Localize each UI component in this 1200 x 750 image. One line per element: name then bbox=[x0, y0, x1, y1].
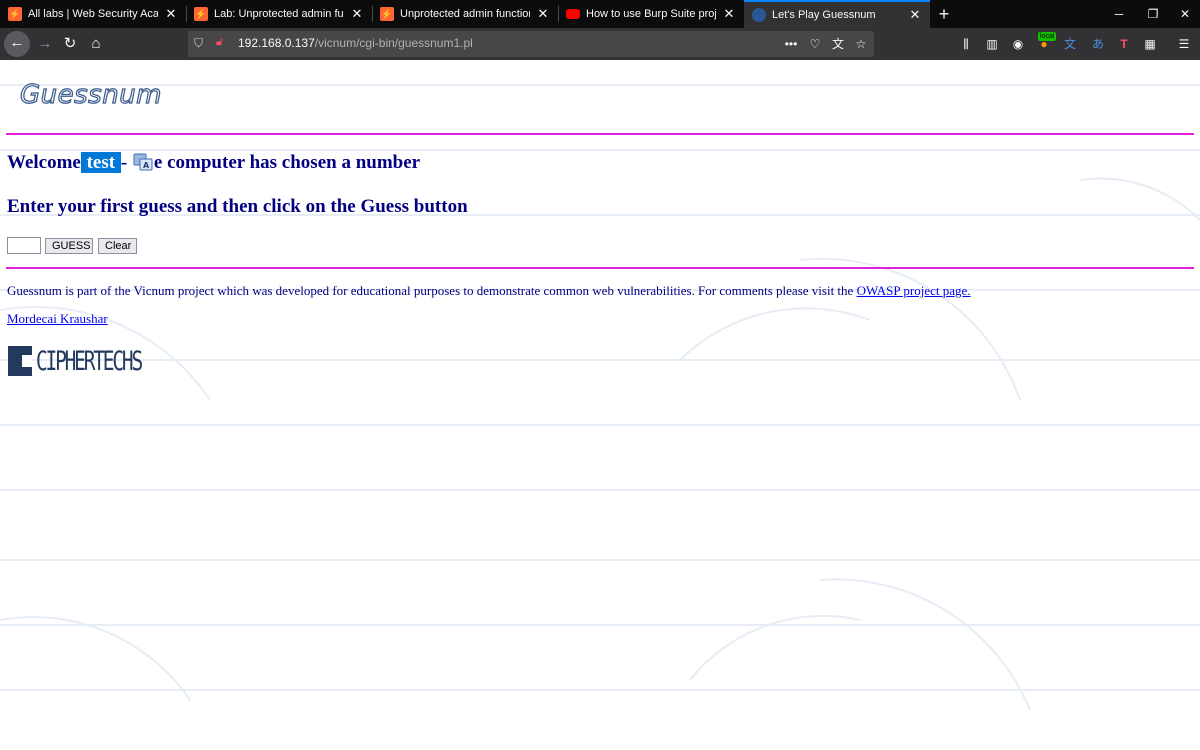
translate-popup-icon[interactable]: A bbox=[133, 153, 153, 171]
guessnum-logo: Guessnum bbox=[19, 79, 162, 110]
tab-strip: ⚡ All labs | Web Security Academ ✕ ⚡ Lab… bbox=[0, 0, 1200, 28]
welcome-dash: - bbox=[120, 152, 128, 173]
portswigger-icon: ⚡ bbox=[8, 7, 22, 21]
guess-input[interactable] bbox=[7, 237, 41, 254]
url-text[interactable]: 192.168.0.137/vicnum/cgi-bin/guessnum1.p… bbox=[238, 36, 473, 50]
footer-description: Guessnum is part of the Vicnum project w… bbox=[7, 283, 971, 299]
portswigger-icon: ⚡ bbox=[380, 7, 394, 21]
close-icon[interactable]: ✕ bbox=[164, 6, 178, 22]
tab-title: All labs | Web Security Academ bbox=[28, 8, 158, 20]
translate-icon[interactable]: 文 bbox=[829, 35, 847, 53]
welcome-suffix: e computer has chosen a number bbox=[153, 152, 421, 173]
close-icon[interactable]: ✕ bbox=[722, 6, 736, 22]
shield-icon[interactable]: ⛉ bbox=[194, 36, 208, 52]
new-tab-button[interactable]: + bbox=[934, 3, 954, 25]
username: test bbox=[86, 152, 116, 173]
insecure-lock-icon[interactable]: 🔓︎ bbox=[216, 36, 230, 52]
t-extension-icon[interactable]: T bbox=[1114, 34, 1134, 54]
address-bar[interactable]: ⛉ 🔓︎ 192.168.0.137/vicnum/cgi-bin/guessn… bbox=[188, 31, 874, 57]
sidebar-icon[interactable]: ▥ bbox=[982, 34, 1002, 54]
close-icon[interactable]: ✕ bbox=[536, 6, 550, 22]
globe-icon bbox=[752, 8, 766, 22]
url-path: /vicnum/cgi-bin/guessnum1.pl bbox=[314, 36, 473, 50]
guess-button[interactable]: GUESS bbox=[45, 238, 93, 254]
tab-burp-video[interactable]: How to use Burp Suite projects ✕ bbox=[558, 0, 744, 28]
footer-text: Guessnum is part of the Vicnum project w… bbox=[7, 283, 854, 298]
extensions-grid-icon[interactable]: ▦ bbox=[1140, 34, 1160, 54]
minimize-button[interactable]: ─ bbox=[1102, 0, 1136, 28]
local-badge: local bbox=[1038, 32, 1057, 41]
youtube-icon bbox=[566, 9, 580, 19]
horizontal-rule bbox=[6, 133, 1194, 135]
tab-lab-unprotected[interactable]: ⚡ Lab: Unprotected admin functio ✕ bbox=[186, 0, 372, 28]
horizontal-rule bbox=[6, 267, 1194, 269]
tab-title: Let's Play Guessnum bbox=[772, 9, 876, 21]
close-icon[interactable]: ✕ bbox=[908, 7, 922, 23]
tab-guessnum[interactable]: Let's Play Guessnum ✕ bbox=[744, 0, 930, 28]
tab-all-labs[interactable]: ⚡ All labs | Web Security Academ ✕ bbox=[0, 0, 186, 28]
close-icon[interactable]: ✕ bbox=[350, 6, 364, 22]
page-actions-icon[interactable]: ••• bbox=[782, 35, 800, 53]
menu-icon[interactable]: ☰ bbox=[1174, 34, 1194, 54]
library-icon[interactable]: ⫼ bbox=[956, 34, 976, 54]
url-host: 192.168.0.137 bbox=[238, 36, 315, 50]
account-icon[interactable]: ◉ bbox=[1008, 34, 1028, 54]
navigation-toolbar: ← → ↻ ⌂ ⛉ 🔓︎ 192.168.0.137/vicnum/cgi-bi… bbox=[0, 28, 1200, 60]
owasp-link[interactable]: OWASP project page. bbox=[857, 283, 971, 298]
page-viewport: Guessnum Welcome test - Ae computer has … bbox=[0, 60, 1200, 750]
language-extension-icon[interactable]: あ bbox=[1088, 34, 1108, 54]
welcome-heading: Welcome test - Ae computer has chosen a … bbox=[7, 152, 420, 174]
reload-button[interactable]: ↻ bbox=[58, 32, 82, 56]
forward-button[interactable]: → bbox=[33, 32, 57, 56]
home-button[interactable]: ⌂ bbox=[84, 32, 108, 56]
username-selection[interactable]: test bbox=[80, 152, 121, 173]
welcome-prefix: Welcome bbox=[7, 152, 81, 173]
svg-text:A: A bbox=[143, 161, 150, 170]
ciphertechs-mark-icon bbox=[8, 346, 32, 376]
tab-title: How to use Burp Suite projects bbox=[586, 8, 716, 20]
tab-unprotected-admin[interactable]: ⚡ Unprotected admin functionalit ✕ bbox=[372, 0, 558, 28]
back-button[interactable]: ← bbox=[4, 31, 30, 57]
tab-title: Unprotected admin functionalit bbox=[400, 8, 530, 20]
ciphertechs-logo[interactable]: CIPHERTECHS bbox=[8, 344, 182, 378]
portswigger-icon: ⚡ bbox=[194, 7, 208, 21]
instruction-heading: Enter your first guess and then click on… bbox=[7, 196, 468, 217]
tab-title: Lab: Unprotected admin functio bbox=[214, 8, 344, 20]
restore-button[interactable]: ❐ bbox=[1136, 0, 1170, 28]
pocket-icon[interactable]: ♡ bbox=[806, 35, 824, 53]
bookmark-star-icon[interactable]: ☆ bbox=[852, 35, 870, 53]
ciphertechs-wordmark: CIPHERTECHS bbox=[36, 345, 143, 377]
clear-button[interactable]: Clear bbox=[98, 238, 137, 254]
translate-extension-icon[interactable]: 文 bbox=[1060, 34, 1080, 54]
close-window-button[interactable]: ✕ bbox=[1168, 0, 1200, 28]
author-link[interactable]: Mordecai Kraushar bbox=[7, 311, 108, 327]
